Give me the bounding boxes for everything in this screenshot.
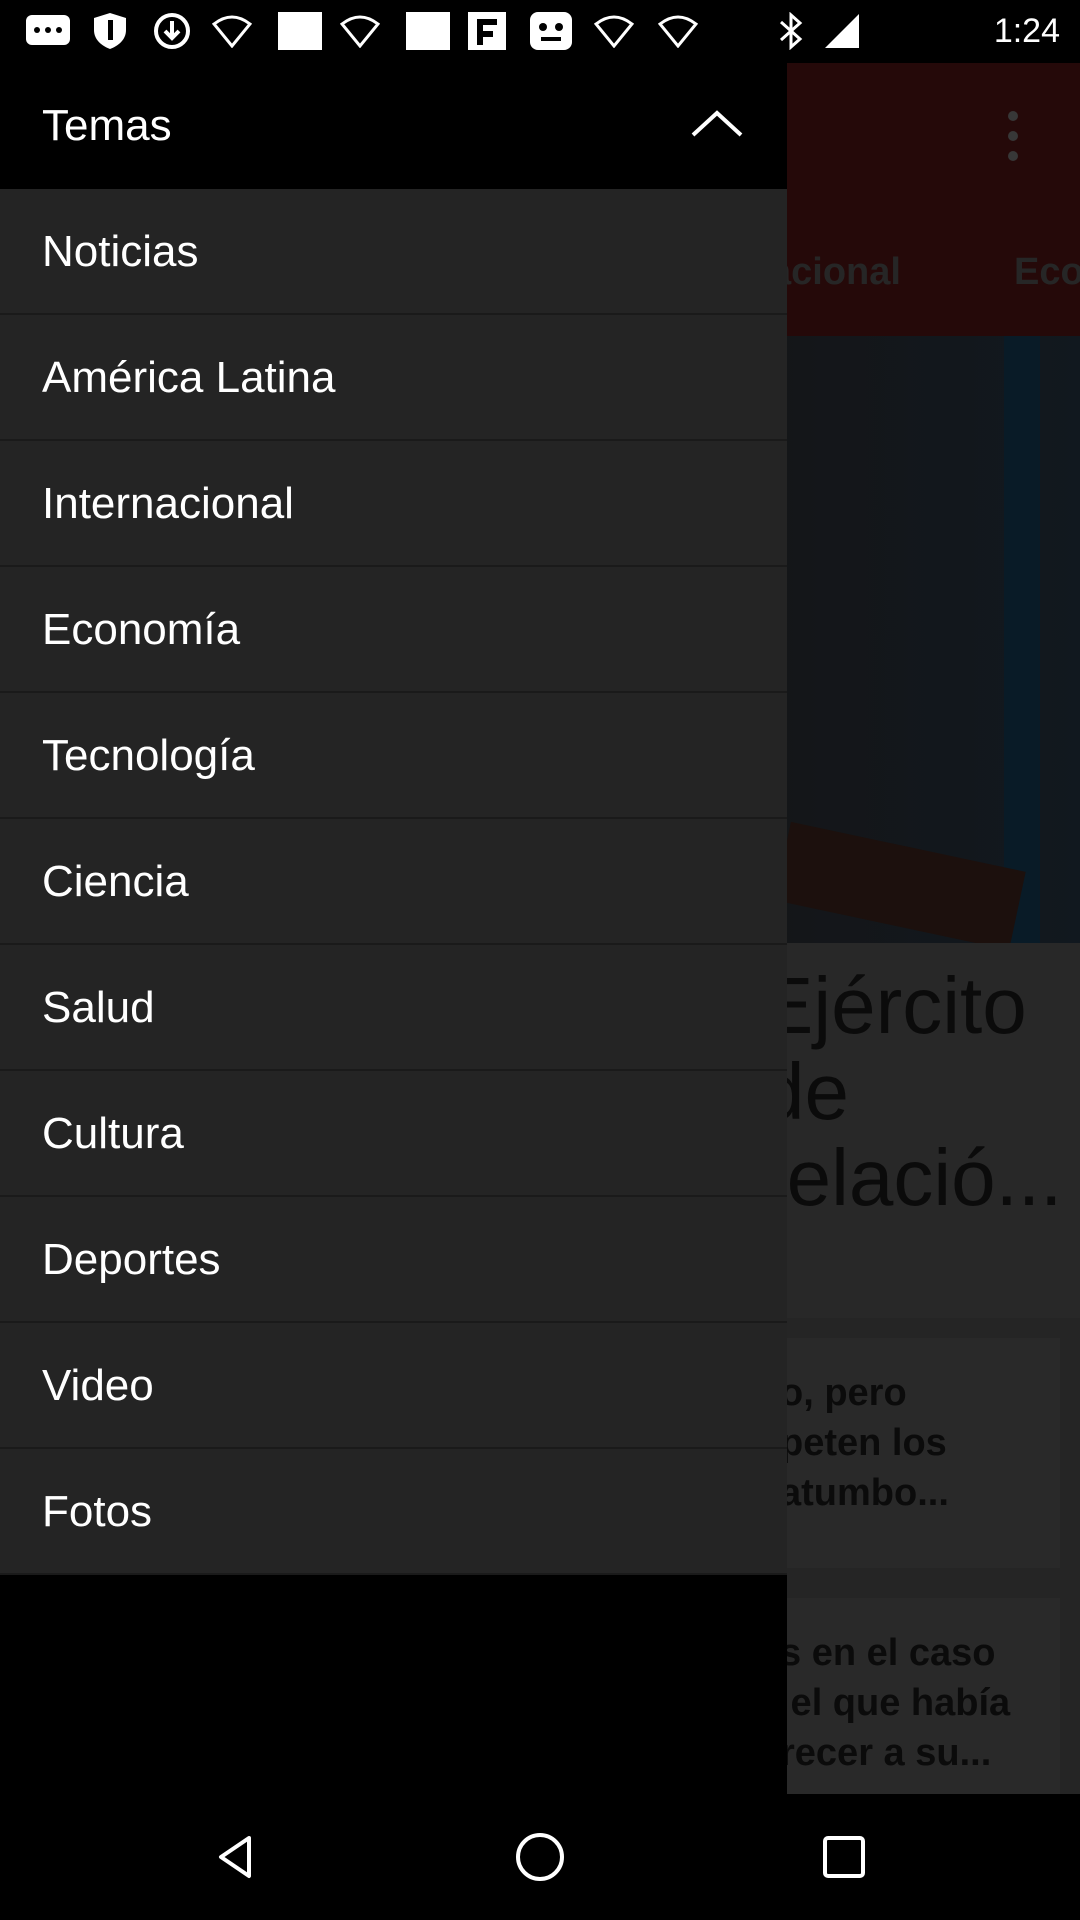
home-icon[interactable] bbox=[510, 1827, 570, 1887]
back-icon[interactable] bbox=[206, 1827, 266, 1887]
drawer-item-label: Cultura bbox=[42, 1109, 184, 1158]
drawer-item-label: Video bbox=[42, 1361, 154, 1410]
drawer-item-label: Internacional bbox=[42, 479, 294, 528]
navigation-drawer: Temas Noticias América Latina Internacio… bbox=[0, 63, 787, 1794]
chevron-up-icon[interactable] bbox=[687, 101, 747, 151]
drawer-item-fotos[interactable]: Fotos bbox=[0, 1449, 787, 1575]
wifi-icon bbox=[594, 14, 634, 48]
drawer-item-america-latina[interactable]: América Latina bbox=[0, 315, 787, 441]
bluetooth-icon bbox=[776, 12, 806, 50]
signal-icon bbox=[822, 14, 862, 48]
drawer-item-label: Economía bbox=[42, 605, 241, 654]
drawer-item-label: Tecnología bbox=[42, 731, 255, 780]
drawer-item-video[interactable]: Video bbox=[0, 1323, 787, 1449]
wifi-icon bbox=[212, 14, 252, 48]
drawer-item-cultura[interactable]: Cultura bbox=[0, 1071, 787, 1197]
flipboard-icon bbox=[466, 12, 508, 50]
drawer-item-label: Noticias bbox=[42, 227, 199, 276]
drawer-item-label: Fotos bbox=[42, 1487, 153, 1536]
drawer-item-internacional[interactable]: Internacional bbox=[0, 441, 787, 567]
blank-image-icon bbox=[404, 12, 452, 50]
drawer-item-label: Deportes bbox=[42, 1235, 221, 1284]
messages-icon bbox=[24, 14, 72, 48]
app-icon bbox=[528, 12, 574, 50]
drawer-title: Temas bbox=[42, 101, 172, 150]
recents-icon[interactable] bbox=[814, 1827, 874, 1887]
drawer-item-label: Salud bbox=[42, 983, 155, 1032]
drawer-item-label: Ciencia bbox=[42, 857, 189, 906]
drawer-item-deportes[interactable]: Deportes bbox=[0, 1197, 787, 1323]
drawer-item-economia[interactable]: Economía bbox=[0, 567, 787, 693]
clock: 1:24 bbox=[993, 12, 1060, 50]
wifi-icon bbox=[340, 14, 380, 48]
drawer-item-tecnologia[interactable]: Tecnología bbox=[0, 693, 787, 819]
status-bar: 1:24 bbox=[0, 0, 1080, 63]
drawer-item-salud[interactable]: Salud bbox=[0, 945, 787, 1071]
blank-image-icon bbox=[276, 12, 324, 50]
drawer-item-noticias[interactable]: Noticias bbox=[0, 189, 787, 315]
wifi-icon bbox=[658, 14, 698, 48]
drawer-item-ciencia[interactable]: Ciencia bbox=[0, 819, 787, 945]
system-navigation-bar bbox=[0, 1794, 1080, 1920]
shield-icon bbox=[90, 13, 130, 49]
drawer-topic-list: Noticias América Latina Internacional Ec… bbox=[0, 189, 787, 1575]
download-icon bbox=[152, 13, 192, 49]
drawer-item-label: América Latina bbox=[42, 353, 336, 402]
drawer-header[interactable]: Temas bbox=[0, 63, 787, 189]
